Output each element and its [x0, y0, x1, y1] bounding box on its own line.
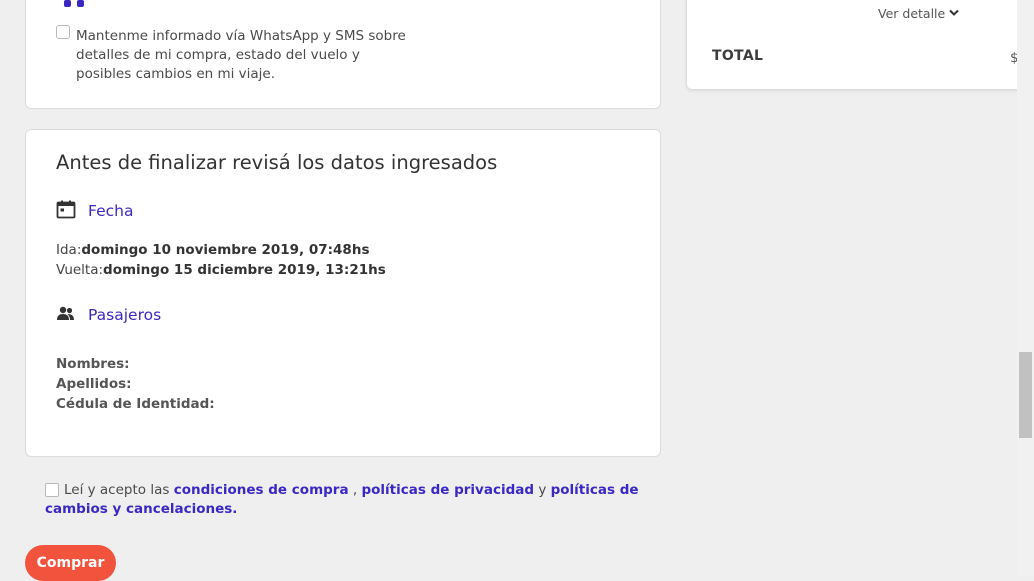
terms-text: Leí y acepto las condiciones de compra ,… — [45, 481, 665, 519]
privacy-policy-link[interactable]: políticas de privacidad — [361, 482, 534, 498]
users-icon — [57, 306, 74, 320]
terms-prefix: Leí y acepto las — [64, 482, 174, 498]
calendar-icon — [56, 200, 76, 219]
price-summary-card — [686, 0, 1026, 90]
chevron-down-icon — [949, 9, 959, 16]
page-scrollbar[interactable] — [1017, 0, 1034, 576]
names-label: Nombres: — [56, 356, 130, 372]
cropped-links — [64, 0, 102, 7]
return-date-line: Vuelta:domingo 15 diciembre 2019, 13:21h… — [56, 262, 386, 278]
scrollbar-thumb[interactable] — [1019, 352, 1032, 438]
view-detail-label: Ver detalle — [878, 6, 946, 21]
review-title: Antes de finalizar revisá los datos ingr… — [56, 151, 498, 174]
whatsapp-checkbox[interactable] — [56, 25, 70, 39]
surnames-label: Apellidos: — [56, 376, 132, 392]
passengers-section-title: Pasajeros — [88, 306, 162, 324]
date-section-title: Fecha — [88, 202, 134, 220]
terms-separator-2: y — [534, 482, 551, 498]
outbound-date-line: Ida:domingo 10 noviembre 2019, 07:48hs — [56, 242, 370, 258]
purchase-conditions-link[interactable]: condiciones de compra — [174, 482, 349, 498]
id-document-label: Cédula de Identidad: — [56, 396, 215, 412]
total-label: TOTAL — [712, 48, 764, 64]
whatsapp-optin-label: Mantenme informado vía WhatsApp y SMS so… — [76, 28, 406, 82]
terms-separator-1: , — [348, 482, 362, 498]
view-detail-link[interactable]: Ver detalle — [878, 6, 959, 21]
